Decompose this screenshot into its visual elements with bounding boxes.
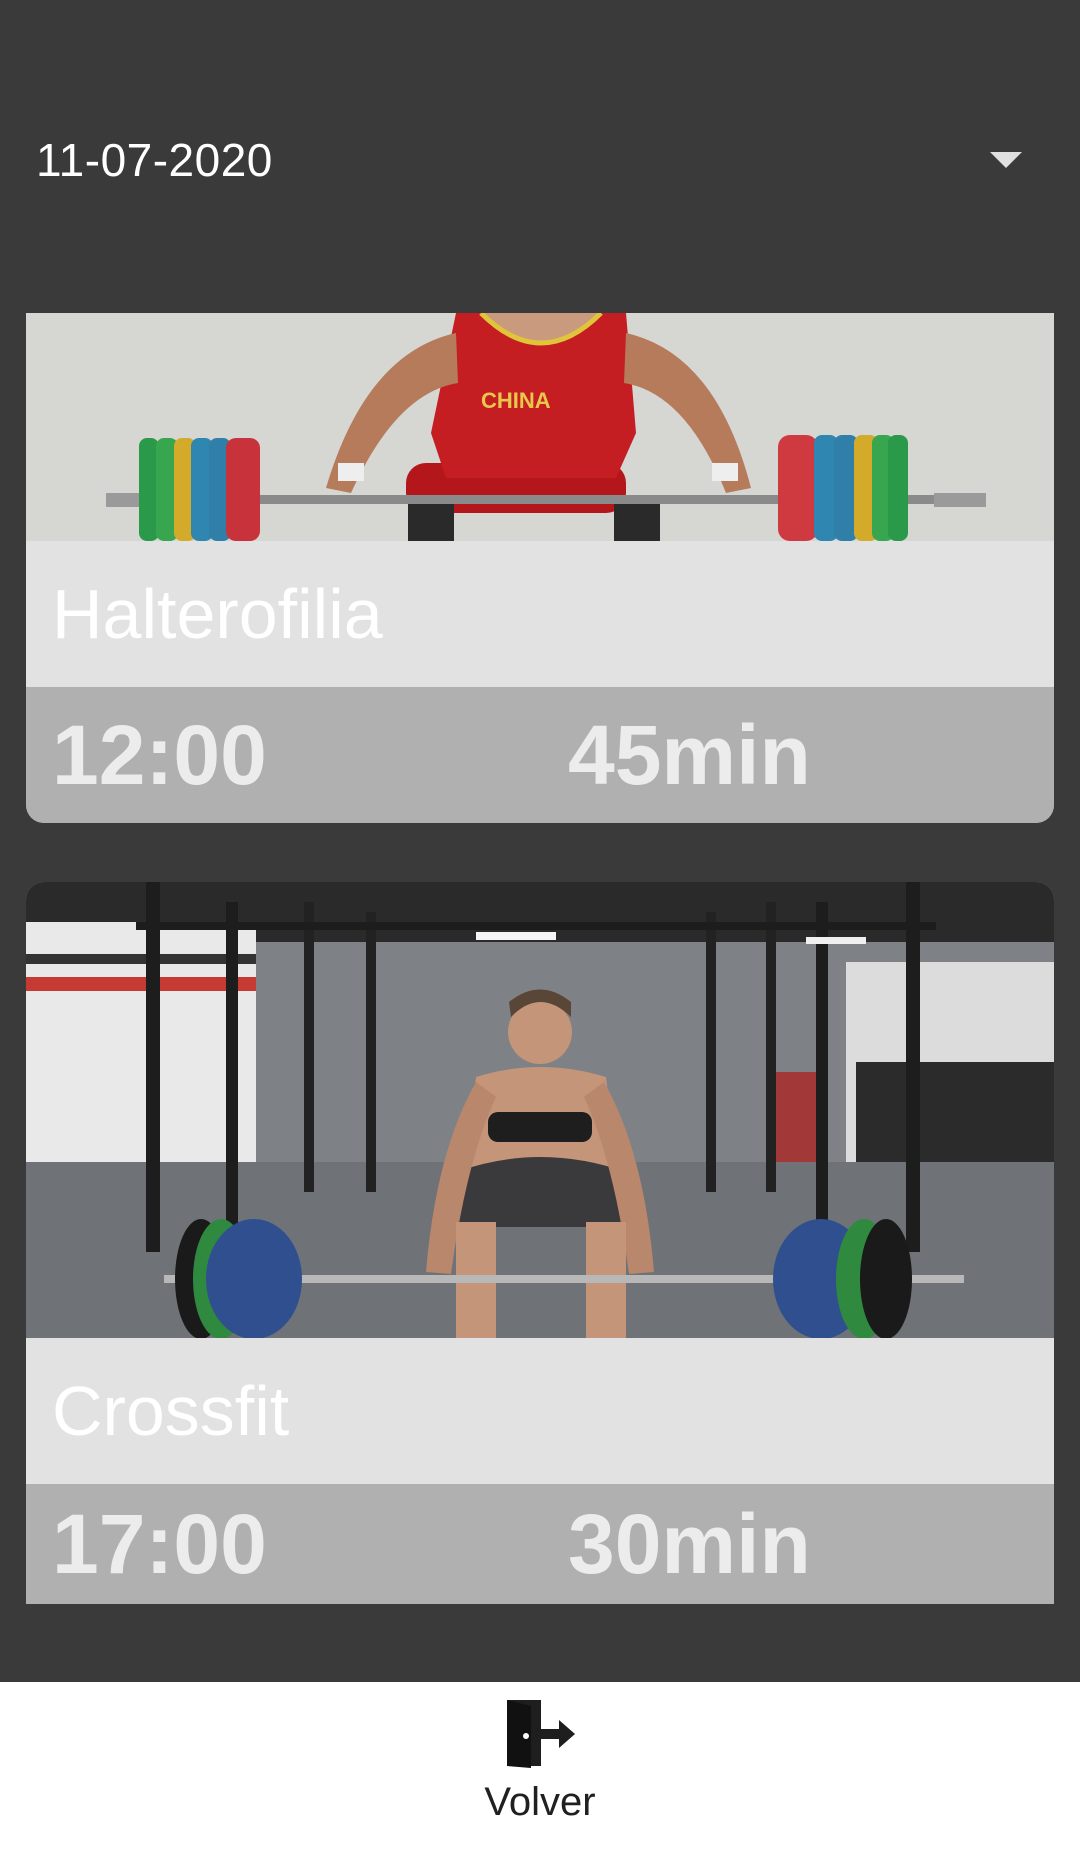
class-card-halterofilia[interactable]: CHINA Halterofilia 12:00 45min <box>26 313 1054 823</box>
class-name-band: Crossfit <box>26 1338 1054 1484</box>
class-duration: 45min <box>568 707 811 802</box>
date-dropdown[interactable]: 11-07-2020 <box>36 120 1026 200</box>
class-name-band: Halterofilia <box>26 541 1054 687</box>
class-name: Halterofilia <box>52 575 383 653</box>
crossfit-athlete-photo <box>26 882 1054 1338</box>
class-info-band: 12:00 45min <box>26 687 1054 823</box>
weightlifter-photo: CHINA <box>26 313 1054 541</box>
back-label: Volver <box>484 1780 596 1824</box>
dropdown-caret-icon <box>990 152 1022 168</box>
bottom-navigation-bar: Volver <box>0 1682 1080 1850</box>
class-duration: 30min <box>568 1496 811 1591</box>
class-name: Crossfit <box>52 1372 290 1450</box>
class-time: 17:00 <box>52 1496 267 1591</box>
exit-door-icon <box>507 1700 575 1768</box>
shirt-text: CHINA <box>481 388 551 413</box>
back-button[interactable]: Volver <box>440 1696 640 1846</box>
class-card-crossfit[interactable]: Crossfit 17:00 30min <box>26 882 1054 1604</box>
class-info-band: 17:00 30min <box>26 1484 1054 1604</box>
date-value: 11-07-2020 <box>36 134 273 186</box>
class-time: 12:00 <box>52 707 267 802</box>
screen: 11-07-2020 CHINA Halterofilia 12:00 45mi… <box>0 0 1080 1850</box>
